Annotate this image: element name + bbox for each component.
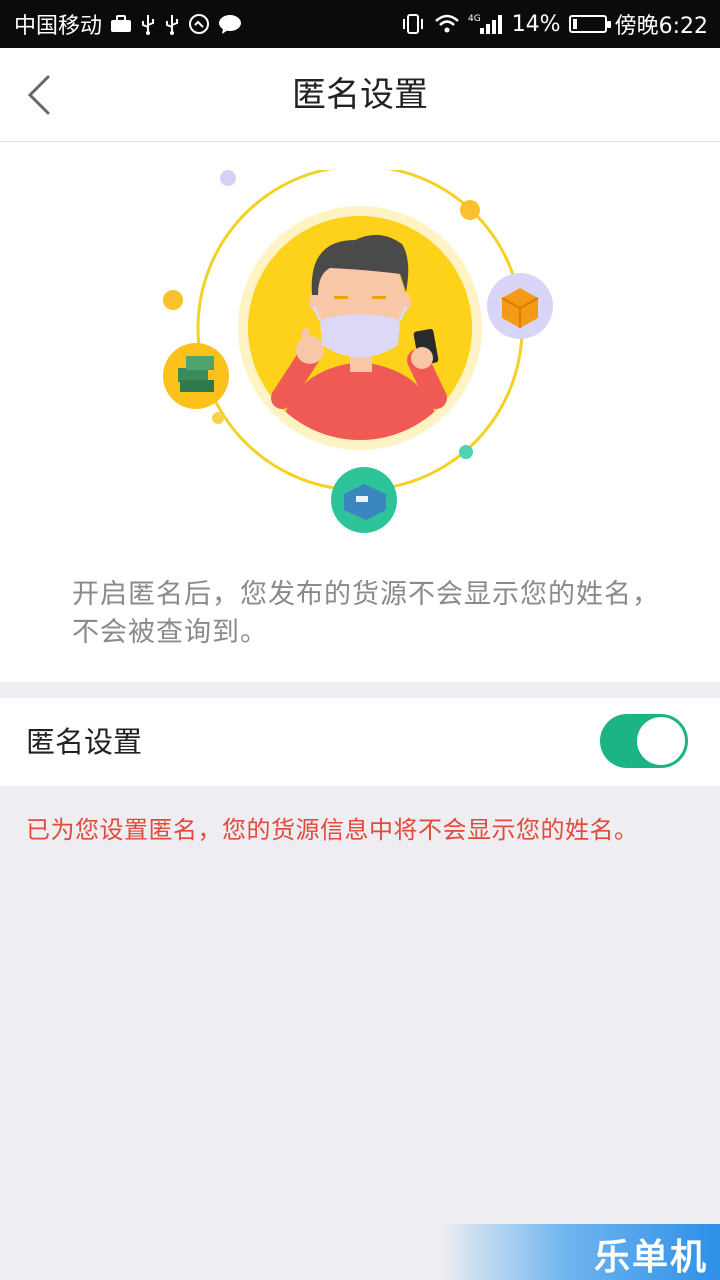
status-bar-right: 4G 14% 傍晚6:22 [400,8,708,40]
network-type-label: 4G [468,14,481,24]
status-bar-left: 中国移动 [14,8,242,40]
decor-dot [163,290,183,310]
chat-icon [218,13,242,35]
usb-icon [164,13,180,35]
wifi-icon [434,13,460,35]
briefcase-icon [110,15,132,33]
hero-section: 开启匿名后，您发布的货源不会显示您的姓名，不会被查询到。 [0,142,720,682]
decor-dot [212,412,224,424]
hero-description: 开启匿名后，您发布的货源不会显示您的姓名，不会被查询到。 [72,579,660,648]
status-bar: 中国移动 4G 14% 傍晚6:22 [0,0,720,48]
battery-icon [568,15,611,33]
decor-dot [460,200,480,220]
vibrate-icon [400,13,426,35]
watermark-logo: 乐单机 [593,1237,708,1278]
setting-label: 匿名设置 [26,725,143,759]
clock: 傍晚6:22 [614,14,708,39]
nav-bar: 匿名设置 [0,48,720,142]
battery-percent: 14% [511,11,561,37]
anonymous-setting-row: 匿名设置 [0,698,720,786]
battery-fill [572,19,577,29]
anonymous-hint: 已为您设置匿名，您的货源信息中将不会显示您的姓名。 [26,816,639,844]
watermark: 乐单机 [440,1224,720,1280]
usb-icon [140,13,156,35]
decor-dot [459,445,473,459]
masked-person-illustration [163,170,553,533]
toggle-knob [637,717,685,765]
decor-dot [220,170,236,186]
anonymous-toggle[interactable] [600,714,688,768]
page-title: 匿名设置 [292,75,428,115]
sync-icon [188,13,210,35]
signal-icon: 4G [468,12,504,36]
carrier-label: 中国移动 [14,14,103,39]
